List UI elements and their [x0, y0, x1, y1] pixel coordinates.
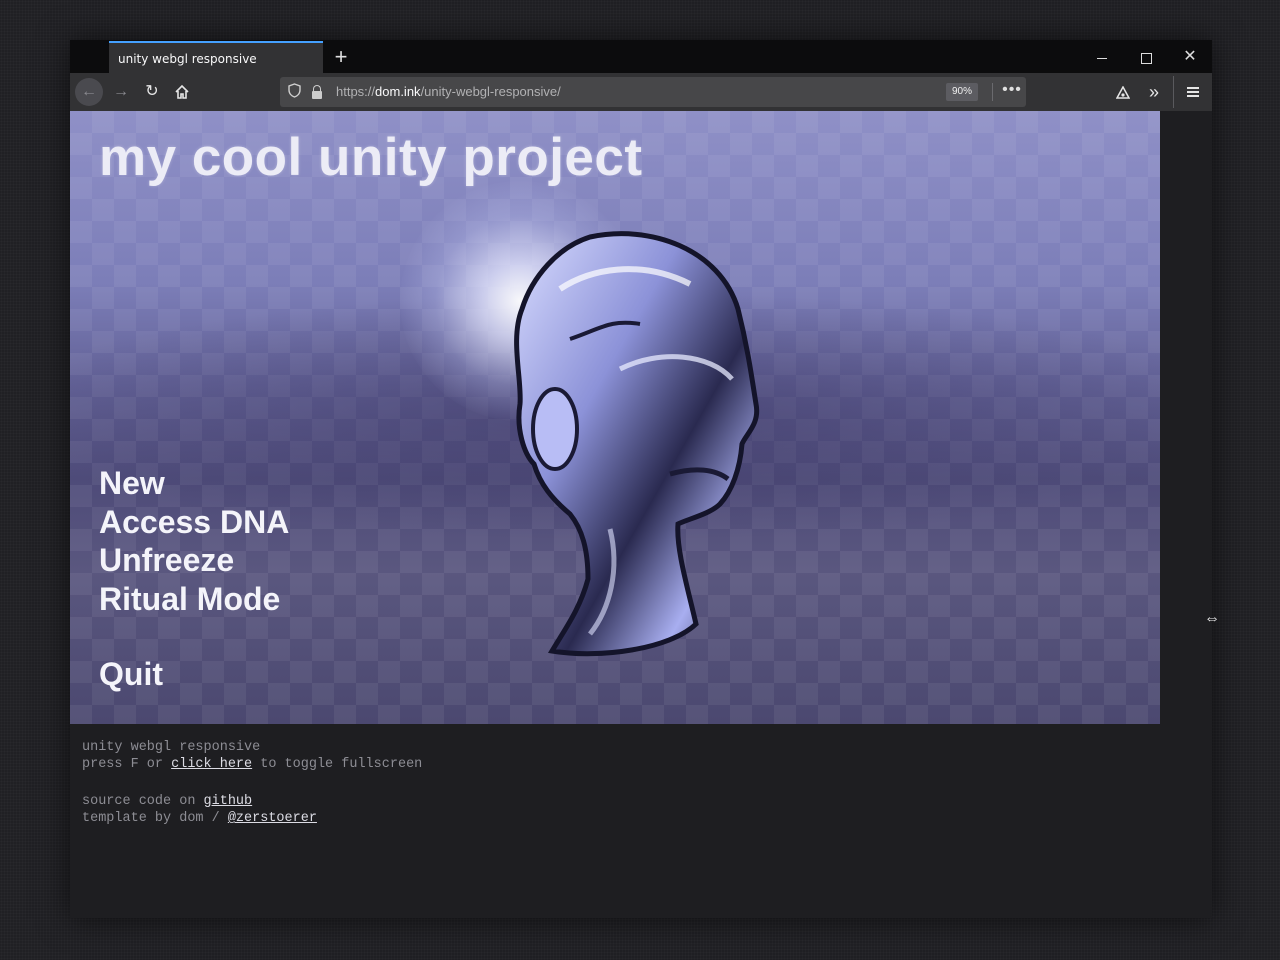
urlbar-divider: [992, 83, 993, 101]
zoom-indicator[interactable]: 90%: [946, 83, 979, 101]
maximize-icon: [1140, 52, 1152, 64]
info-title: unity webgl responsive: [82, 740, 261, 755]
fullscreen-hint: press F or click here to toggle fullscre…: [82, 757, 423, 772]
address-bar[interactable]: https://dom.ink/unity-webgl-responsive/ …: [280, 77, 1026, 107]
overflow-menu-button[interactable]: »: [1141, 79, 1167, 105]
game-title: my cool unity project: [99, 128, 643, 187]
shield-icon[interactable]: [286, 83, 302, 101]
fullscreen-link[interactable]: click here: [171, 757, 252, 772]
hamburger-menu-icon: [1187, 86, 1199, 97]
home-icon: [175, 84, 189, 99]
new-tab-button[interactable]: +: [327, 43, 355, 71]
forward-arrow-icon: →: [113, 83, 129, 100]
back-button[interactable]: ←: [75, 78, 103, 106]
page-info-text: unity webgl responsive press F or click h…: [82, 739, 422, 827]
navigation-toolbar: ← → ↻ https://dom.ink/unity-webgl-respon…: [70, 73, 1212, 111]
maximize-button[interactable]: [1126, 44, 1166, 70]
close-icon: ✕: [1183, 48, 1197, 65]
reload-button[interactable]: ↻: [138, 78, 166, 106]
toolbar-divider: [1173, 76, 1174, 108]
menu-item-ritual-mode[interactable]: Ritual Mode: [99, 580, 289, 619]
minimize-button[interactable]: [1082, 44, 1122, 70]
game-main-menu: New Access DNA Unfreeze Ritual Mode: [99, 464, 289, 618]
overflow-chevron-icon: »: [1148, 82, 1159, 102]
forward-button[interactable]: →: [107, 78, 135, 106]
github-link[interactable]: github: [204, 794, 253, 809]
menu-item-quit[interactable]: Quit: [99, 656, 163, 693]
page-content: my cool unity project New Access DNA Unf…: [70, 111, 1212, 918]
extension-icon: [1115, 85, 1131, 100]
credit-line: template by dom / @zerstoerer: [82, 811, 317, 826]
tab-title: unity webgl responsive: [118, 52, 257, 66]
menu-item-access-dna[interactable]: Access DNA: [99, 503, 289, 542]
url-text: https://dom.ink/unity-webgl-responsive/: [336, 84, 561, 99]
minimize-icon: [1097, 57, 1107, 59]
menu-item-unfreeze[interactable]: Unfreeze: [99, 541, 289, 580]
page-actions-button[interactable]: •••: [1000, 80, 1024, 104]
author-link[interactable]: @zerstoerer: [228, 811, 317, 826]
close-window-button[interactable]: ✕: [1170, 44, 1210, 70]
tab-active[interactable]: unity webgl responsive: [109, 41, 323, 73]
chrome-head-sculpture: [514, 231, 760, 657]
browser-window: unity webgl responsive + ✕ ← → ↻ https:/…: [70, 40, 1212, 918]
reload-icon: ↻: [145, 83, 159, 100]
source-line: source code on github: [82, 794, 253, 809]
extension-button[interactable]: [1110, 79, 1136, 105]
unity-canvas[interactable]: my cool unity project New Access DNA Unf…: [70, 111, 1160, 724]
tab-strip: unity webgl responsive + ✕: [70, 40, 1212, 73]
resize-cursor-icon: ⇔: [1204, 610, 1220, 627]
lock-icon[interactable]: [312, 85, 322, 99]
app-menu-button[interactable]: [1180, 79, 1206, 105]
menu-item-new[interactable]: New: [99, 464, 289, 503]
home-button[interactable]: [168, 78, 196, 106]
back-arrow-icon: ←: [81, 83, 97, 100]
